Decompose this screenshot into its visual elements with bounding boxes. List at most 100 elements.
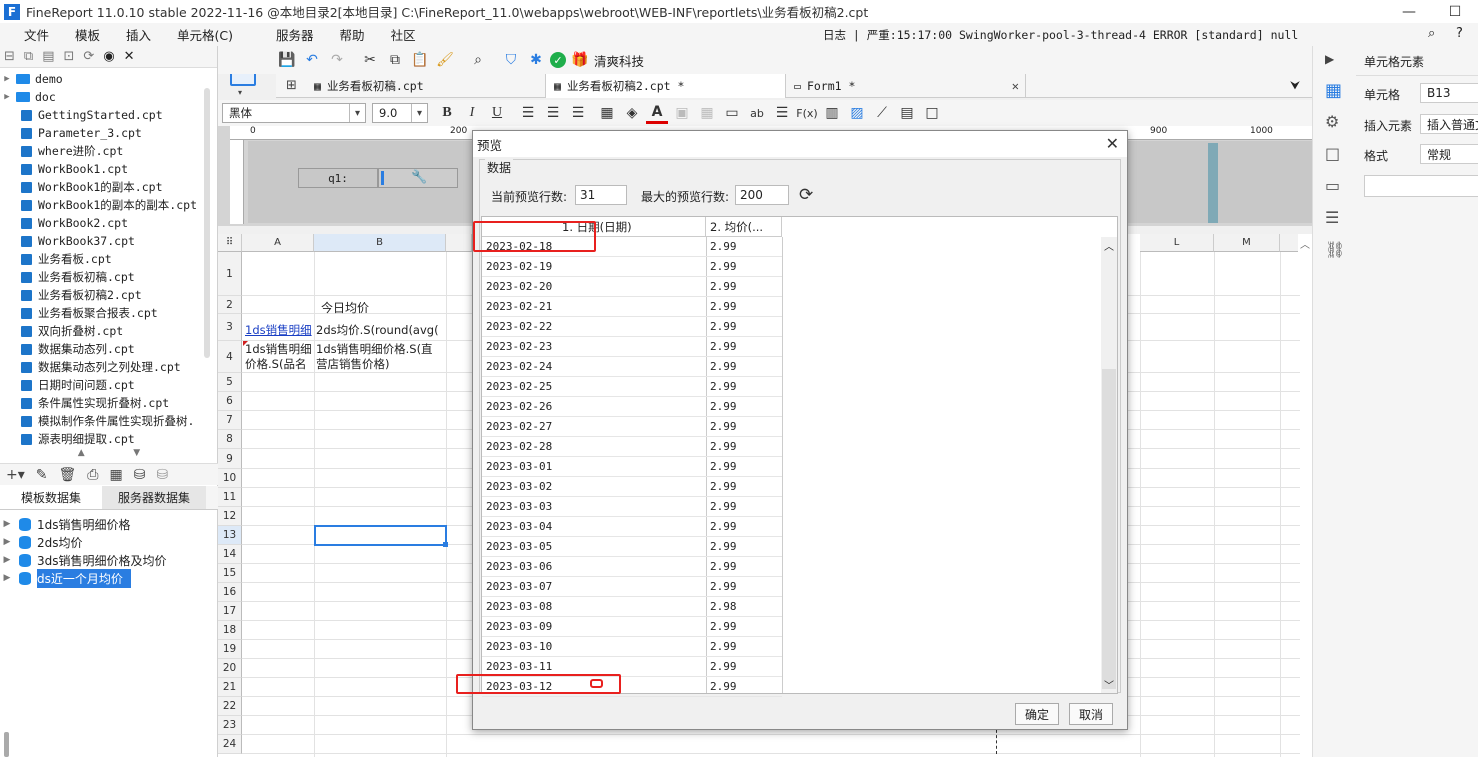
selected-cell-b13[interactable]	[314, 525, 447, 546]
dataset-scrollbar[interactable]	[4, 732, 9, 757]
import-icon[interactable]: ⊡	[64, 49, 75, 64]
row-header[interactable]: 15	[218, 564, 242, 583]
row-header[interactable]: 23	[218, 716, 242, 735]
log-status[interactable]: 日志 | 严重:15:17:00 SwingWorker-pool-3-thre…	[823, 27, 1298, 43]
align-center-icon[interactable]: ☰	[542, 102, 564, 124]
row-header[interactable]: 8	[218, 430, 242, 449]
slash-icon[interactable]: ⟋	[871, 102, 893, 124]
cell-element-icon[interactable]: ▦	[1325, 80, 1342, 101]
preview-search-icon[interactable]: ⌕	[467, 49, 489, 71]
cell-b4-line2[interactable]: 营店销售价格)	[316, 357, 444, 372]
help-icon[interactable]: ?	[1456, 26, 1463, 41]
insert-element-select[interactable]: 插入普通文	[1420, 114, 1478, 134]
table-row[interactable]: 2023-02-23 2.99	[482, 337, 782, 357]
cell-b2[interactable]: 今日均价	[321, 301, 369, 316]
image-icon[interactable]: ▨	[846, 102, 868, 124]
row-header[interactable]: 17	[218, 602, 242, 621]
undo-icon[interactable]: ↶	[301, 49, 323, 71]
tree-folder-doc[interactable]: ▶ doc	[0, 88, 217, 106]
param-combo[interactable]: 🔧	[378, 168, 458, 188]
file-tree-scrollbar[interactable]	[204, 88, 210, 358]
column-header-price[interactable]: 2. 均价(...	[706, 217, 782, 237]
tree-file[interactable]: WorkBook2.cpt	[0, 214, 217, 232]
align-right-icon[interactable]: ☰	[567, 102, 589, 124]
row-header[interactable]: 21	[218, 678, 242, 697]
insert-row-icon[interactable]: ▭	[721, 102, 743, 124]
param-label[interactable]: q1:	[298, 168, 378, 188]
border-icon[interactable]: ▦	[596, 102, 618, 124]
tab-template-dataset[interactable]: 模板数据集	[0, 486, 102, 509]
format-painter-icon[interactable]: 🖌	[434, 49, 456, 71]
select-all-corner[interactable]: ⠿	[218, 234, 242, 252]
tree-folder-demo[interactable]: ▶ demo	[0, 70, 217, 88]
link-icon[interactable]: ⛓	[1325, 240, 1345, 259]
dataset-item[interactable]: ▶ 3ds销售明细价格及均价	[0, 551, 218, 569]
chevron-right-icon[interactable]: ▶	[1325, 52, 1334, 66]
widget-icon[interactable]: □	[1325, 144, 1340, 163]
text-icon[interactable]: ab	[746, 102, 768, 124]
bold-button[interactable]: B	[436, 102, 458, 124]
bug-icon[interactable]: ✱	[525, 49, 547, 71]
tree-file[interactable]: WorkBook1的副本的副本.cpt	[0, 196, 217, 214]
tree-file[interactable]: WorkBook1.cpt	[0, 160, 217, 178]
tree-file[interactable]: GettingStarted.cpt	[0, 106, 217, 124]
table-row[interactable]: 2023-03-01 2.99	[482, 457, 782, 477]
table-row[interactable]: 2023-02-20 2.99	[482, 277, 782, 297]
row-header[interactable]: 2	[218, 296, 242, 314]
col-header-l[interactable]: L	[1140, 234, 1214, 252]
format-detail-field[interactable]	[1364, 175, 1478, 197]
new-folder-icon[interactable]: ⊟	[4, 49, 15, 64]
dataset-settings-icon[interactable]: ▦	[109, 467, 122, 483]
tab-server-dataset[interactable]: 服务器数据集	[102, 486, 206, 509]
font-family-select[interactable]: 黑体 ▾	[222, 103, 366, 123]
chevron-down-icon[interactable]: ﹀	[1104, 677, 1114, 692]
italic-button[interactable]: I	[461, 102, 483, 124]
row-header[interactable]: 19	[218, 640, 242, 659]
search-icon[interactable]: ⌕	[1428, 26, 1435, 41]
cell-a4-line1[interactable]: 1ds销售明细	[245, 342, 313, 357]
row-header[interactable]: 18	[218, 621, 242, 640]
table-row[interactable]: 2023-02-24 2.99	[482, 357, 782, 377]
cancel-button[interactable]: 取消	[1069, 703, 1113, 725]
refresh-icon[interactable]: ⟳	[83, 49, 94, 64]
save-icon[interactable]: 💾	[276, 49, 298, 71]
row-header[interactable]: 9	[218, 449, 242, 469]
close-icon[interactable]: ✕	[124, 49, 135, 64]
tab-template-active[interactable]: ▦ 业务看板初稿2.cpt *	[546, 74, 786, 98]
table-row[interactable]: 2023-02-27 2.99	[482, 417, 782, 437]
cell-b4-line1[interactable]: 1ds销售明细价格.S(直	[316, 342, 444, 357]
underline-button[interactable]: U	[486, 102, 508, 124]
dataset-item[interactable]: ▶ 1ds销售明细价格	[0, 515, 218, 533]
row-header[interactable]: 11	[218, 488, 242, 507]
tree-file[interactable]: 业务看板初稿.cpt	[0, 268, 217, 286]
col-header[interactable]	[446, 234, 472, 252]
rich-text-icon[interactable]: ☰	[771, 102, 793, 124]
tree-file[interactable]: 业务看板初稿2.cpt	[0, 286, 217, 304]
row-header[interactable]: 7	[218, 411, 242, 430]
cut-icon[interactable]: ✂	[359, 49, 381, 71]
current-rows-input[interactable]: 31	[575, 185, 627, 205]
row-header[interactable]: 14	[218, 545, 242, 564]
paste-icon[interactable]: 📋	[409, 49, 431, 71]
maximize-button[interactable]: ☐	[1432, 0, 1478, 23]
dataset-item-selected[interactable]: ▶ ds近一个月均价	[0, 568, 218, 588]
row-header[interactable]: 24	[218, 735, 242, 754]
row-header[interactable]: 4	[218, 341, 242, 373]
menu-help[interactable]: 帮助	[327, 25, 378, 44]
formula-icon[interactable]: F(x)	[796, 102, 818, 124]
row-header[interactable]: 20	[218, 659, 242, 678]
row-header[interactable]: 3	[218, 314, 242, 341]
font-color-icon[interactable]: A	[646, 102, 668, 124]
table-row[interactable]: 2023-03-09 2.99	[482, 617, 782, 637]
table-row[interactable]: 2023-02-28 2.99	[482, 437, 782, 457]
close-tab-icon[interactable]: ✕	[1012, 79, 1019, 93]
menu-community[interactable]: 社区	[378, 25, 429, 44]
server-database-icon[interactable]: ⛁	[156, 467, 168, 483]
tree-file[interactable]: 模拟制作条件属性实现折叠树.	[0, 412, 217, 430]
tab-menu-icon[interactable]: ⮟	[1290, 78, 1300, 93]
tree-file[interactable]: 条件属性实现折叠树.cpt	[0, 394, 217, 412]
cell-a4-line2[interactable]: 价格.S(品名	[245, 357, 313, 372]
unmerge-icon[interactable]: ▦	[696, 102, 718, 124]
tree-file[interactable]: 业务看板.cpt	[0, 250, 217, 268]
table-row[interactable]: 2023-03-02 2.99	[482, 477, 782, 497]
